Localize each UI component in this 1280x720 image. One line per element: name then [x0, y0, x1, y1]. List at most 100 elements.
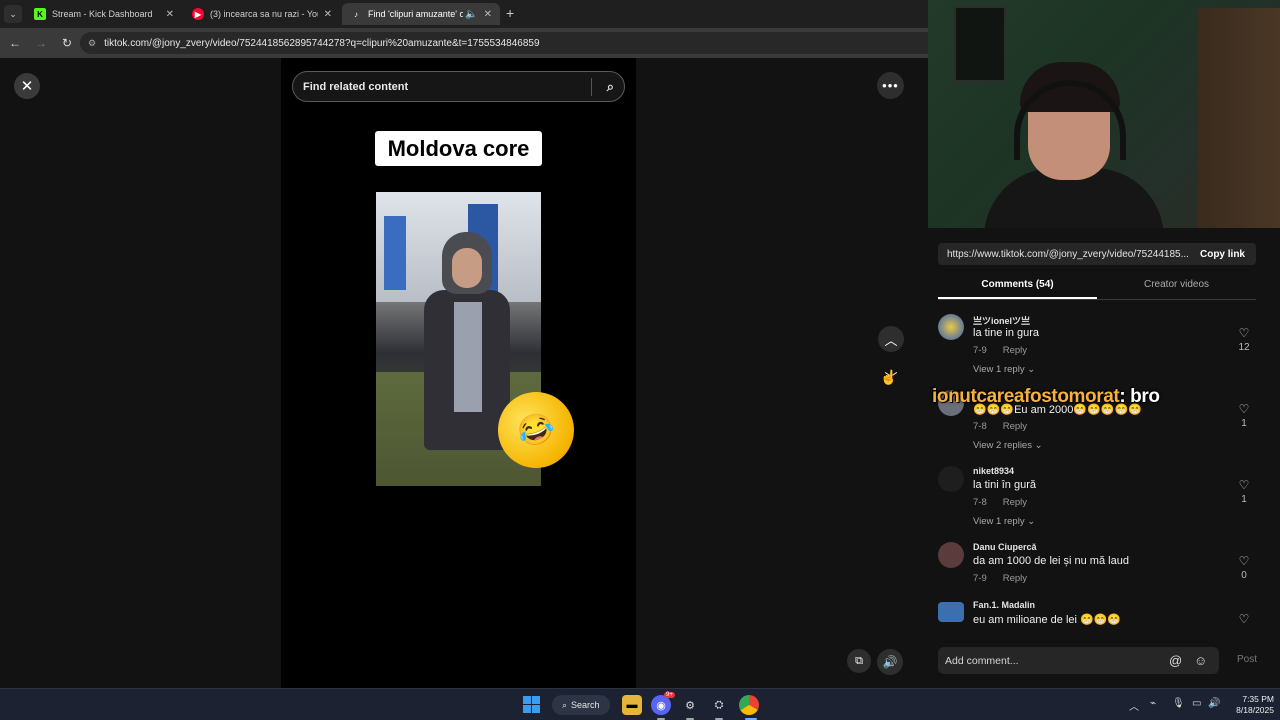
webcam-overlay — [928, 0, 1280, 228]
more-options-icon[interactable]: ••• — [877, 72, 904, 99]
tab-youtube[interactable]: ▶ (3) incearca sa nu razi - YouTube ✕ — [184, 3, 340, 25]
avatar[interactable] — [938, 602, 964, 622]
search-icon[interactable]: ⌕ — [607, 79, 614, 95]
chevron-down-icon: ⌄ — [1027, 516, 1036, 527]
system-clock[interactable]: 7:35 PM 8/18/2025 — [1226, 694, 1274, 716]
comment-item: Danu Ciupercă da am 1000 de lei și nu mă… — [938, 540, 1256, 598]
browser-tab-strip: ⌄ K Stream - Kick Dashboard ✕ ▶ (3) ince… — [0, 0, 928, 28]
avatar[interactable] — [938, 314, 964, 340]
like-count: 1 — [1241, 418, 1247, 429]
windows-start-icon[interactable] — [523, 696, 540, 713]
file-explorer-icon[interactable]: ▬ — [622, 695, 642, 715]
like-count: 12 — [1238, 342, 1250, 353]
video-window — [384, 216, 406, 290]
close-tab-icon[interactable]: ✕ — [166, 9, 174, 20]
comment-username[interactable]: Fan.1. Madalin — [973, 600, 1035, 610]
heart-icon[interactable]: ♡ — [1235, 402, 1253, 416]
comment-text: da am 1000 de lei și nu mă laud — [973, 555, 1129, 567]
network-off-icon[interactable]: ⌁ — [1150, 698, 1156, 709]
comment-item: 亗ツionelツ亗 la tine in gura 7-9 Reply View … — [938, 312, 1256, 388]
comments-list: 亗ツionelツ亗 la tine in gura 7-9 Reply View … — [938, 312, 1256, 632]
stream-chat-overlay: ionutcareafostomorat: bro — [932, 386, 1160, 408]
wall-picture — [954, 6, 1006, 82]
view-replies-button[interactable]: View 1 reply ⌄ — [973, 516, 1035, 527]
like-count: 0 — [1241, 570, 1247, 581]
avatar[interactable] — [938, 542, 964, 568]
youtube-icon: ▶ — [192, 8, 204, 20]
comment-text: la tine in gura — [973, 327, 1040, 339]
tab-creator-videos[interactable]: Creator videos — [1097, 276, 1256, 299]
previous-video-icon[interactable]: ︿ — [878, 326, 904, 352]
share-link-row: https://www.tiktok.com/@jony_zvery/video… — [938, 243, 1256, 265]
tab-search-icon[interactable]: ⌄ — [4, 5, 22, 23]
copy-link-button[interactable]: Copy link — [1200, 249, 1245, 260]
wardrobe — [1198, 8, 1280, 228]
comment-text: eu am milioane de lei 😁😁😁 — [973, 614, 1122, 626]
heart-icon[interactable]: ♡ — [1235, 478, 1253, 492]
reply-button[interactable]: Reply — [1003, 497, 1027, 508]
discord-badge: 9+ — [664, 692, 675, 698]
emoji-icon[interactable]: ☺ — [1194, 653, 1207, 668]
site-info-icon[interactable]: ⚙ — [88, 38, 96, 49]
comment-text: la tini în gură — [973, 479, 1036, 491]
chat-message: : bro — [1119, 386, 1160, 407]
close-video-icon[interactable]: ✕ — [14, 73, 40, 99]
search-divider — [591, 78, 592, 96]
kick-icon: K — [34, 8, 46, 20]
monitor-icon[interactable]: ▭ — [1192, 698, 1201, 709]
comment-meta: 7-9 Reply — [973, 573, 1028, 584]
url-field[interactable]: ⚙ tiktok.com/@jony_zvery/video/752441856… — [80, 32, 928, 54]
chevron-down-icon: ⌄ — [1034, 440, 1043, 451]
address-bar: ← → ↻ ⚙ tiktok.com/@jony_zvery/video/752… — [0, 28, 928, 58]
volume-icon[interactable]: 🔊 — [1208, 698, 1220, 709]
forward-icon[interactable]: → — [30, 36, 52, 50]
reload-icon[interactable]: ↻ — [56, 36, 78, 50]
comment-meta: 7-8 Reply — [973, 421, 1028, 432]
tiktok-icon: ♪ — [354, 9, 358, 19]
related-search-input[interactable]: Find related content ⌕ — [292, 71, 625, 102]
close-tab-icon[interactable]: ✕ — [484, 9, 492, 20]
heart-icon[interactable]: ♡ — [1235, 554, 1253, 568]
chevron-up-icon[interactable]: ︿ — [1129, 698, 1139, 713]
reply-button[interactable]: Reply — [1003, 345, 1027, 356]
comments-panel: https://www.tiktok.com/@jony_zvery/video… — [918, 228, 1280, 688]
comment-item: niket8934 la tini în gură 7-8 Reply View … — [938, 464, 1256, 540]
comment-username[interactable]: Danu Ciupercă — [973, 542, 1037, 552]
volume-icon[interactable]: 🔊 — [877, 649, 903, 675]
tab-kick-dashboard[interactable]: K Stream - Kick Dashboard ✕ — [26, 3, 182, 25]
reply-button[interactable]: Reply — [1003, 573, 1027, 584]
comment-meta: 7-9 Reply — [973, 345, 1028, 356]
hand-cursor-icon: ☝ — [880, 369, 898, 385]
steam-icon[interactable]: ⛭ — [709, 695, 729, 715]
search-icon: ⌕ — [562, 699, 568, 710]
picture-in-picture-icon[interactable]: ⧉ — [847, 649, 871, 673]
comment-input[interactable]: Add comment... @ ☺ — [938, 647, 1219, 674]
chat-username: ionutcareafostomorat — [932, 386, 1120, 407]
tab-comments[interactable]: Comments (54) — [938, 276, 1097, 299]
heart-icon[interactable]: ♡ — [1235, 612, 1253, 626]
mention-icon[interactable]: @ — [1169, 653, 1182, 668]
close-tab-icon[interactable]: ✕ — [324, 9, 332, 20]
comment-meta: 7-8 Reply — [973, 497, 1028, 508]
app-icon[interactable]: ⚙ — [680, 695, 700, 715]
speaker-icon[interactable]: 🔈 — [465, 9, 477, 20]
comment-username[interactable]: 亗ツionelツ亗 — [973, 314, 1030, 327]
tab-tiktok[interactable]: ♪ Find 'clipuri amuzante' on TikTok 🔈 ✕ — [342, 3, 500, 25]
chrome-icon[interactable] — [739, 695, 759, 715]
reply-button[interactable]: Reply — [1003, 421, 1027, 432]
view-replies-button[interactable]: View 1 reply ⌄ — [973, 364, 1035, 375]
like-count: 1 — [1241, 494, 1247, 505]
avatar[interactable] — [938, 466, 964, 492]
video-caption: Moldova core — [375, 131, 542, 166]
microphone-icon[interactable]: 🎙 — [1172, 698, 1185, 709]
new-tab-icon[interactable]: + — [506, 5, 514, 21]
comment-username[interactable]: niket8934 — [973, 466, 1014, 476]
heart-icon[interactable]: ♡ — [1235, 326, 1253, 340]
taskbar-search[interactable]: ⌕ Search — [552, 695, 610, 715]
discord-icon[interactable]: ◉ — [651, 695, 671, 715]
back-icon[interactable]: ← — [4, 36, 26, 50]
post-button[interactable]: Post — [1237, 654, 1257, 665]
taskbar: ⌕ Search ▬ ◉ 9+ ⚙ ⛭ ︿ ⌁ 🎙 ▭ 🔊 7:35 PM 8/… — [0, 688, 1280, 720]
view-replies-button[interactable]: View 2 replies ⌄ — [973, 440, 1043, 451]
comment-item: Fan.1. Madalin eu am milioane de lei 😁😁😁… — [938, 598, 1256, 632]
